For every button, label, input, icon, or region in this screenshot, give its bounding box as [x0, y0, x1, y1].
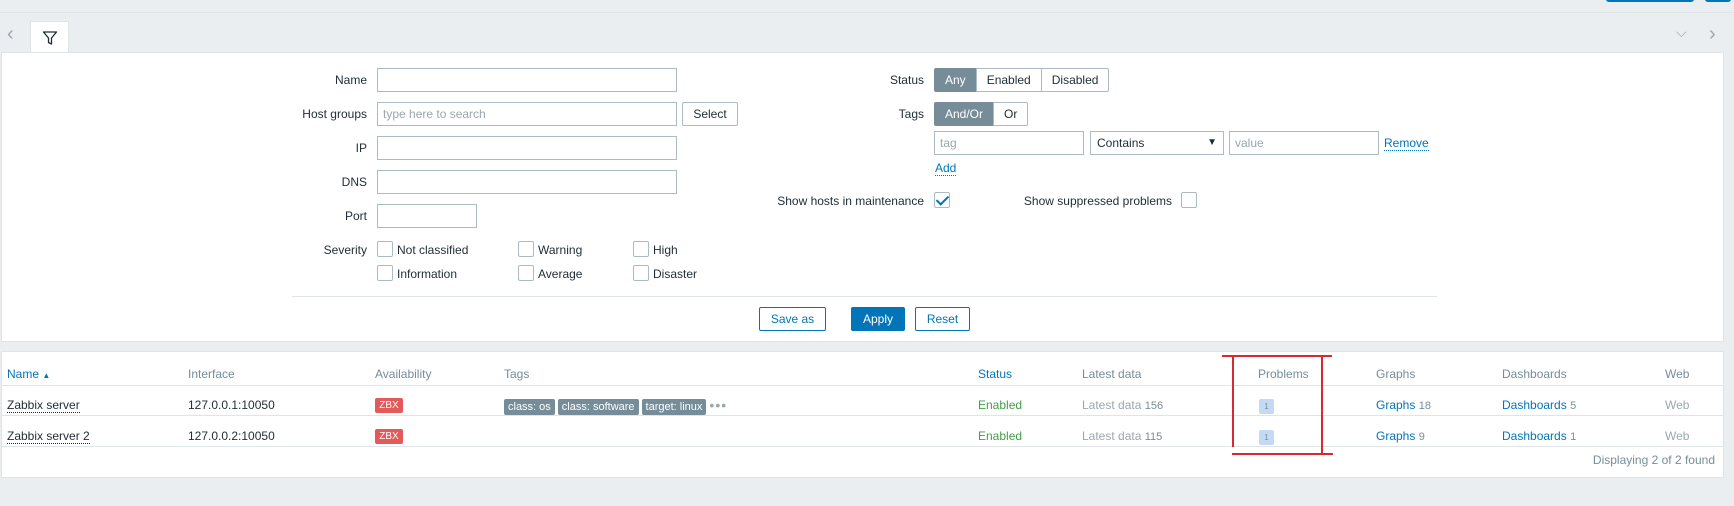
filter-icon [42, 30, 57, 45]
top-menu-button[interactable] [1705, 0, 1731, 2]
graphs-link[interactable]: Graphs 18 [1376, 398, 1431, 412]
ip-input[interactable] [377, 136, 677, 160]
tag-value-input[interactable] [1229, 131, 1379, 155]
column-header-status[interactable]: Status [978, 367, 1012, 381]
column-header-dashboards: Dashboards [1502, 367, 1567, 381]
top-action-button[interactable] [1606, 0, 1694, 2]
severity-label: Severity [323, 243, 367, 257]
hosts-table: Name ▲ Interface Availability Tags Statu… [1, 351, 1724, 478]
status-label: Status [889, 73, 924, 87]
dashboards-link[interactable]: Dashboards 1 [1502, 429, 1576, 443]
graphs-link[interactable]: Graphs 9 [1376, 429, 1425, 443]
reset-button[interactable]: Reset [915, 307, 970, 331]
top-bar [0, 0, 1734, 13]
maintenance-label: Show hosts in maintenance [777, 194, 924, 208]
column-header-graphs: Graphs [1376, 367, 1416, 381]
ip-label: IP [355, 141, 367, 155]
status-enabled-link[interactable]: Enabled [978, 429, 1022, 443]
tags-evaltype-control: And/Or Or [934, 102, 1029, 126]
severity-warning-label: Warning [538, 243, 583, 257]
row-divider [2, 446, 1723, 447]
status-enabled-link[interactable]: Enabled [978, 398, 1022, 412]
column-header-problems: Problems [1258, 367, 1309, 381]
tag-operator-select[interactable]: Contains ▼ [1090, 131, 1224, 155]
zbx-availability-badge[interactable]: ZBX [375, 429, 403, 444]
column-header-web: Web [1665, 367, 1690, 381]
problems-count-badge[interactable]: 1 [1259, 430, 1274, 445]
problems-count-badge[interactable]: 1 [1259, 399, 1274, 414]
filter-divider [292, 296, 1437, 297]
dns-input[interactable] [377, 170, 677, 194]
severity-disaster-checkbox[interactable] [633, 265, 649, 281]
apply-button[interactable]: Apply [851, 307, 905, 331]
tags-cell: class: os class: software target: linux ••• [504, 397, 727, 415]
latest-data-link[interactable]: Latest data 115 [1082, 429, 1162, 443]
tag-badge[interactable]: class: software [557, 399, 639, 415]
name-input[interactable] [377, 68, 677, 92]
header-divider [2, 385, 1723, 386]
name-label: Name [334, 73, 367, 87]
maintenance-checkbox[interactable] [934, 192, 950, 208]
port-label: Port [344, 209, 367, 223]
severity-not-classified-label: Not classified [397, 243, 469, 257]
filter-tab[interactable] [30, 21, 69, 53]
zbx-availability-badge[interactable]: ZBX [375, 398, 403, 413]
tag-badge[interactable]: target: linux [641, 399, 707, 415]
tag-add-link[interactable]: Add [935, 161, 957, 176]
column-header-tags: Tags [504, 367, 530, 381]
column-header-name[interactable]: Name ▲ [7, 367, 50, 381]
severity-average-checkbox[interactable] [518, 265, 534, 281]
port-input[interactable] [377, 204, 477, 228]
severity-information-checkbox[interactable] [377, 265, 393, 281]
sort-asc-icon: ▲ [42, 371, 51, 380]
host-name-link[interactable]: Zabbix server 2 [7, 429, 90, 444]
tag-badge[interactable]: class: os [504, 399, 555, 415]
dns-label: DNS [341, 175, 367, 189]
select-button[interactable]: Select [682, 102, 738, 126]
chevron-down-icon: ▼ [1207, 137, 1217, 148]
status-enabled-option[interactable]: Enabled [975, 68, 1042, 92]
status-any-option[interactable]: Any [934, 68, 977, 92]
tag-name-input[interactable] [934, 131, 1084, 155]
host-name-link[interactable]: Zabbix server [7, 398, 80, 413]
tags-or-option[interactable]: Or [993, 102, 1029, 126]
status-segmented-control: Any Enabled Disabled [934, 68, 1110, 92]
web-link: Web [1665, 398, 1690, 412]
tags-label: Tags [898, 107, 924, 121]
suppressed-label: Show suppressed problems [1023, 194, 1172, 208]
interface-cell: 127.0.0.2:10050 [188, 429, 275, 443]
severity-disaster-label: Disaster [653, 267, 698, 281]
chevron-right-icon[interactable]: › [1709, 24, 1716, 44]
latest-data-link[interactable]: Latest data 156 [1082, 398, 1163, 412]
web-link: Web [1665, 429, 1690, 443]
severity-high-checkbox[interactable] [633, 241, 649, 257]
column-header-availability: Availability [375, 367, 432, 381]
chevron-down-icon[interactable]: ⌵ [1676, 22, 1687, 42]
dashboards-link[interactable]: Dashboards 5 [1502, 398, 1576, 412]
severity-not-classified-checkbox[interactable] [377, 241, 393, 257]
row-divider [2, 415, 1723, 416]
paging-summary: Displaying 2 of 2 found [1592, 453, 1715, 467]
tags-andor-option[interactable]: And/Or [934, 102, 995, 126]
severity-average-label: Average [538, 267, 583, 281]
host-groups-label: Host groups [302, 107, 367, 121]
severity-high-label: High [653, 243, 678, 257]
host-groups-input[interactable] [377, 102, 677, 126]
tag-remove-link[interactable]: Remove [1384, 136, 1429, 151]
save-as-button[interactable]: Save as [759, 307, 826, 331]
severity-warning-checkbox[interactable] [518, 241, 534, 257]
more-tags-icon[interactable]: ••• [709, 397, 727, 413]
suppressed-checkbox[interactable] [1181, 192, 1197, 208]
severity-information-label: Information [397, 267, 458, 281]
filter-panel: Name Host groups Select IP DNS Port Seve… [1, 52, 1724, 342]
column-header-interface: Interface [188, 367, 235, 381]
column-header-latest-data: Latest data [1082, 367, 1142, 381]
tag-operator-value: Contains [1097, 136, 1145, 150]
chevron-left-icon[interactable]: ‹ [7, 24, 14, 44]
status-disabled-option[interactable]: Disabled [1040, 68, 1110, 92]
interface-cell: 127.0.0.1:10050 [188, 398, 275, 412]
